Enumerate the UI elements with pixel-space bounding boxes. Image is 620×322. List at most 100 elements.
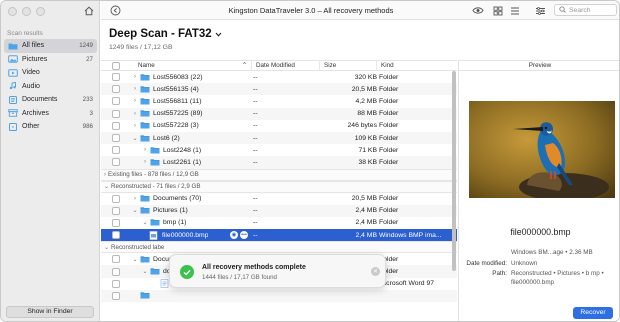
row-checkbox[interactable] — [112, 255, 120, 264]
name-cell: ⌄ Pictures (1) — [120, 206, 187, 215]
name-cell: › Lost2261 (1) — [120, 158, 201, 167]
column-header-name[interactable]: Name ⌃ — [134, 60, 252, 71]
chevron-down-icon[interactable]: ⌄ — [131, 135, 139, 142]
preview-image — [469, 101, 615, 201]
row-checkbox[interactable] — [112, 279, 120, 288]
chevron-right-icon[interactable]: › — [131, 196, 139, 202]
page-title[interactable]: Deep Scan - FAT32 — [109, 28, 222, 40]
chevron-right-icon[interactable]: › — [131, 123, 139, 129]
chevron-down-icon[interactable]: ⌄ — [131, 207, 139, 214]
close-icon[interactable]: ✕ — [371, 267, 380, 276]
table-row[interactable]: › Lost557225 (89) -- 88 MB Folder — [101, 107, 457, 120]
row-checkbox[interactable] — [112, 158, 120, 167]
filter-icon[interactable] — [534, 5, 546, 16]
minimize-window-button[interactable] — [22, 7, 31, 16]
row-checkbox[interactable] — [112, 73, 120, 82]
column-header-size[interactable]: Size — [320, 60, 377, 71]
toast-title: All recovery methods complete — [202, 264, 306, 271]
date-cell: -- — [253, 110, 258, 118]
window-title: Kingston DataTraveler 3.0 – All recovery… — [228, 6, 394, 15]
vertical-scrollbar[interactable] — [452, 71, 456, 271]
folder-icon — [140, 194, 150, 203]
recover-button[interactable]: Recover — [573, 307, 613, 319]
row-checkbox[interactable] — [112, 97, 120, 106]
table-row[interactable]: › Lost2261 (1) -- 38 KB Folder — [101, 156, 457, 169]
document-icon — [8, 95, 18, 104]
group-header-reconstructed[interactable]: ⌄ Reconstructed - 71 files / 2,9 GB — [101, 180, 457, 193]
row-checkbox[interactable] — [112, 218, 120, 227]
group-header-labeled[interactable]: ⌄ Reconstructed labe — [101, 241, 457, 254]
row-checkbox[interactable] — [112, 121, 120, 130]
select-all-checkbox[interactable] — [112, 61, 120, 70]
group-header-existing[interactable]: › Existing files - 878 files / 12,9 GB — [101, 168, 457, 181]
row-checkbox[interactable] — [112, 194, 120, 203]
more-icon[interactable]: ••• — [240, 231, 248, 240]
table-row[interactable]: › Lost2248 (1) -- 71 KB Folder — [101, 144, 457, 156]
preview-eye-icon[interactable]: ◉ — [230, 231, 238, 240]
row-checkbox[interactable] — [112, 231, 120, 240]
sidebar-item-documents[interactable]: Documents 233 — [4, 93, 97, 107]
close-window-button[interactable] — [8, 7, 17, 16]
sidebar-item-all-files[interactable]: All files 1249 — [4, 39, 97, 53]
row-checkbox[interactable] — [112, 267, 120, 276]
group-label: Reconstructed - 71 files / 2,9 GB — [111, 183, 201, 190]
kind-cell: Folder — [379, 73, 399, 81]
chevron-down-icon[interactable]: ⌄ — [131, 256, 139, 263]
folder-icon — [150, 267, 160, 276]
sidebar-item-archives[interactable]: Archives 3 — [4, 107, 97, 121]
sidebar-item-pictures[interactable]: Pictures 27 — [4, 53, 97, 67]
grid-view-icon[interactable] — [492, 5, 504, 16]
chevron-right-icon[interactable]: › — [131, 74, 139, 80]
chevron-down-icon[interactable]: ⌄ — [141, 219, 149, 226]
chevron-right-icon[interactable]: › — [141, 147, 149, 153]
sidebar-item-other[interactable]: Other 986 — [4, 120, 97, 134]
sidebar-item-audio[interactable]: Audio — [4, 80, 97, 94]
name-cell: › Lost556083 (22) — [120, 73, 203, 82]
table-row[interactable]: ⌄ bmp (1) -- 2,4 MB Folder — [101, 217, 457, 229]
name-cell: › Lost557228 (3) — [120, 121, 199, 130]
table-row[interactable]: ⌄ Lost6 (2) -- 109 KB Folder — [101, 131, 457, 145]
column-name-label: Name — [138, 62, 155, 69]
file-name: Lost556083 (22) — [153, 73, 203, 81]
table-row[interactable] — [101, 289, 457, 302]
zoom-window-button[interactable] — [36, 7, 45, 16]
search-input[interactable] — [569, 6, 617, 14]
row-checkbox[interactable] — [112, 206, 120, 215]
date-cell: -- — [253, 134, 258, 142]
column-header-kind[interactable]: Kind — [377, 60, 457, 71]
chevron-right-icon[interactable]: › — [131, 98, 139, 104]
kind-cell: Folder — [379, 85, 399, 93]
eye-icon[interactable] — [472, 5, 484, 16]
audio-icon — [8, 82, 18, 91]
file-name: Lost557225 (89) — [153, 110, 203, 118]
search-box[interactable] — [554, 4, 617, 16]
column-header-date[interactable]: Date Modified — [252, 60, 320, 71]
chevron-down-icon: ⌄ — [104, 244, 110, 251]
table-row[interactable]: › Documents (70) -- 20,5 MB Folder — [101, 193, 457, 205]
file-name: Lost556135 (4) — [153, 85, 199, 93]
row-checkbox[interactable] — [112, 85, 120, 94]
table-row[interactable]: › Lost556135 (4) -- 20,5 MB Folder — [101, 83, 457, 96]
name-cell: ⌄doc — [120, 267, 173, 276]
meta-path: Path: Reconstructed • Pictures • b mp • f… — [459, 270, 619, 287]
list-view-icon[interactable] — [509, 5, 521, 16]
sidebar-item-video[interactable]: Video — [4, 66, 97, 80]
row-checkbox[interactable] — [112, 291, 120, 300]
table-row[interactable]: › Lost556083 (22) -- 320 KB Folder — [101, 71, 457, 83]
scan-results-label: Scan results — [7, 30, 43, 37]
show-in-finder-button[interactable]: Show in Finder — [6, 306, 94, 318]
path-value: Reconstructed • Pictures • b mp • file00… — [511, 270, 604, 286]
chevron-right-icon[interactable]: › — [141, 159, 149, 165]
table-row[interactable]: ⌄ Pictures (1) -- 2,4 MB Folder — [101, 204, 457, 217]
name-cell: › Lost2248 (1) — [120, 146, 201, 155]
row-checkbox[interactable] — [112, 146, 120, 155]
home-icon[interactable] — [83, 5, 95, 17]
chevron-right-icon[interactable]: › — [131, 111, 139, 117]
row-checkbox[interactable] — [112, 134, 120, 143]
table-row-selected[interactable]: file000000.bmp ◉ ••• -- 2,4 MB Windows B… — [101, 229, 457, 242]
table-row[interactable]: › Lost557228 (3) -- 246 bytes Folder — [101, 120, 457, 132]
table-row[interactable]: › Lost556811 (11) -- 4,2 MB Folder — [101, 95, 457, 107]
row-checkbox[interactable] — [112, 109, 120, 118]
chevron-right-icon[interactable]: › — [131, 86, 139, 92]
chevron-down-icon[interactable]: ⌄ — [141, 268, 149, 275]
